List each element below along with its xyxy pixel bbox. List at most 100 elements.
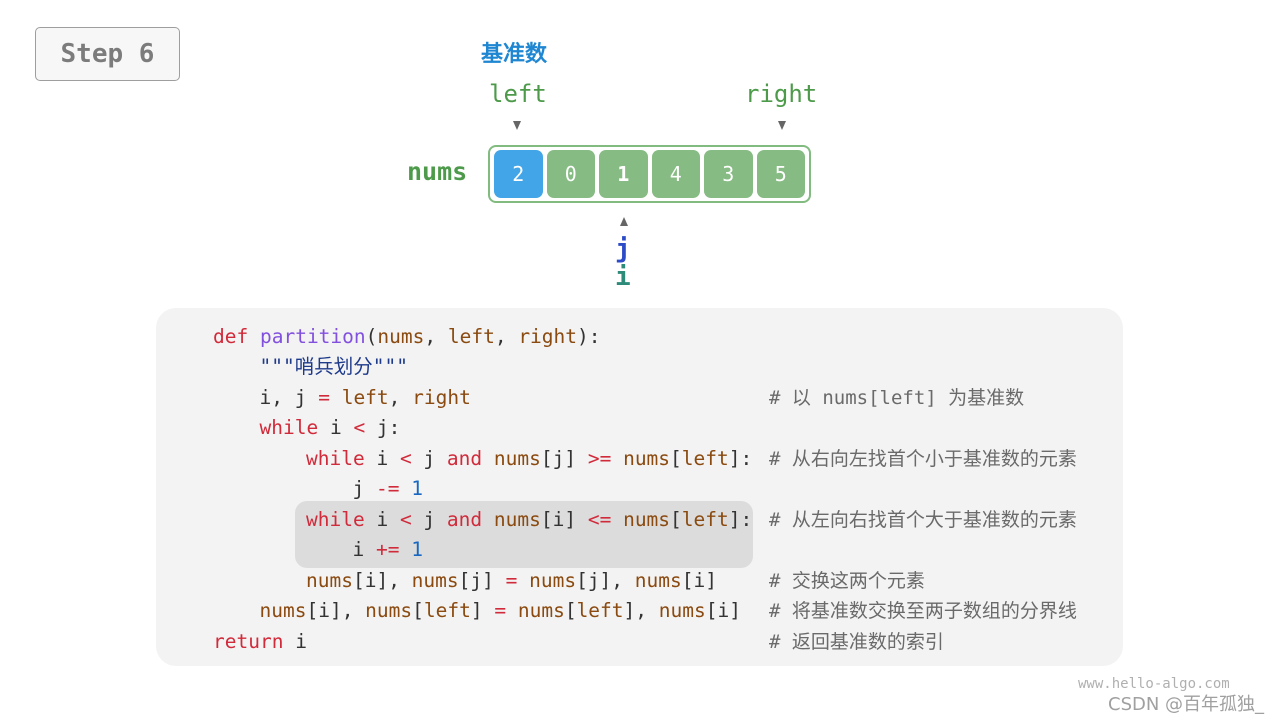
code-token: ]: (728, 447, 753, 470)
array-cell: 5 (756, 150, 805, 198)
code-line: """哨兵划分""" (260, 355, 408, 379)
code-token: [ (670, 508, 682, 531)
code-token: while (259, 416, 319, 439)
code-token: [i] (705, 599, 741, 622)
code-line: i += 1 (353, 538, 423, 562)
code-token: def (213, 325, 249, 348)
code-comment: # 将基准数交换至两子数组的分界线 (769, 600, 1077, 622)
code-token: ]: (728, 508, 753, 531)
code-comment: # 交换这两个元素 (769, 570, 925, 592)
code-token: ( (365, 325, 378, 348)
code-token: , (494, 325, 519, 348)
code-token: and (446, 508, 483, 531)
code-token: [i], (306, 599, 366, 622)
step-indicator: Step 6 (35, 27, 180, 81)
code-line: while i < j and nums[j] >= nums[left]: (306, 447, 752, 471)
array-container: 201435 (488, 145, 811, 203)
code-comment: # 从右向左找首个小于基准数的元素 (769, 448, 1077, 470)
code-token: i (352, 538, 376, 561)
code-token: -= (375, 477, 400, 500)
code-token: = (494, 599, 507, 622)
code-token: i (318, 416, 354, 439)
array-cell: 0 (546, 150, 595, 198)
pivot-label: 基准数 (481, 42, 548, 67)
code-token: right (412, 386, 471, 409)
code-token: nums (634, 569, 682, 592)
ij-pointer-arrow-icon (620, 217, 628, 226)
code-token: >= (587, 447, 612, 470)
array-cell-pivot: 2 (494, 150, 543, 198)
code-token: return (213, 630, 284, 653)
code-comment: # 返回基准数的索引 (769, 631, 944, 653)
left-pointer-arrow-icon (513, 121, 521, 130)
code-token: i (364, 508, 400, 531)
right-pointer-label: right (745, 80, 818, 108)
code-token: [i] (681, 569, 717, 592)
code-token: left (341, 386, 389, 409)
code-token: ], (623, 599, 659, 622)
code-token: <= (587, 508, 612, 531)
code-token: j (411, 447, 447, 470)
code-comment: # 从左向右找首个大于基准数的元素 (769, 509, 1077, 531)
code-line: nums[i], nums[left] = nums[left], nums[i… (260, 599, 741, 623)
array-cell: 4 (651, 150, 700, 198)
code-token: left (681, 447, 729, 470)
code-token: left (576, 599, 624, 622)
code-token: nums (365, 599, 413, 622)
code-token: < (353, 416, 366, 439)
author-watermark: CSDN @百年孤独_ (1108, 694, 1265, 715)
code-line: while i < j and nums[i] <= nums[left]: (306, 508, 752, 532)
code-token: = (505, 569, 518, 592)
code-token: and (446, 447, 483, 470)
code-token: [j] (458, 569, 506, 592)
code-token: left (423, 599, 471, 622)
code-token: [j] (540, 447, 588, 470)
code-token: nums (306, 569, 353, 592)
code-token: nums (493, 447, 541, 470)
code-token: partition (259, 325, 366, 348)
code-token: i (283, 630, 307, 653)
code-token: right (518, 325, 578, 348)
code-token: [i] (540, 508, 588, 531)
code-token: nums (517, 599, 565, 622)
code-token: j: (365, 416, 401, 439)
code-token: [ (670, 447, 682, 470)
code-token: [j], (576, 569, 635, 592)
code-token: nums (259, 599, 307, 622)
code-token: nums (377, 325, 425, 348)
code-token: j (352, 477, 376, 500)
j-pointer-label: j (615, 234, 631, 264)
code-token: [ (564, 599, 577, 622)
code-token: += (375, 538, 400, 561)
code-token: 1 (411, 538, 423, 561)
code-token: left (681, 508, 729, 531)
code-token: i (364, 447, 400, 470)
left-pointer-label: left (489, 80, 547, 108)
code-token: ): (577, 325, 601, 348)
code-line: return i (213, 630, 307, 654)
code-line: nums[i], nums[j] = nums[j], nums[i] (306, 569, 717, 593)
code-token: while (306, 447, 365, 470)
code-line: j -= 1 (353, 477, 423, 501)
code-token: while (306, 508, 365, 531)
code-token: nums (529, 569, 577, 592)
code-token: nums (658, 599, 706, 622)
right-pointer-arrow-icon (778, 121, 786, 130)
code-token: i, j (259, 386, 319, 409)
code-comment: # 以 nums[left] 为基准数 (769, 387, 1025, 409)
step-label: Step 6 (60, 39, 155, 69)
array-name-label: nums (407, 157, 468, 186)
code-token: """哨兵划分""" (259, 355, 408, 378)
i-pointer-label: i (615, 262, 631, 292)
code-token: = (318, 386, 330, 409)
array-cell: 1 (599, 150, 648, 198)
code-token: left (447, 325, 495, 348)
